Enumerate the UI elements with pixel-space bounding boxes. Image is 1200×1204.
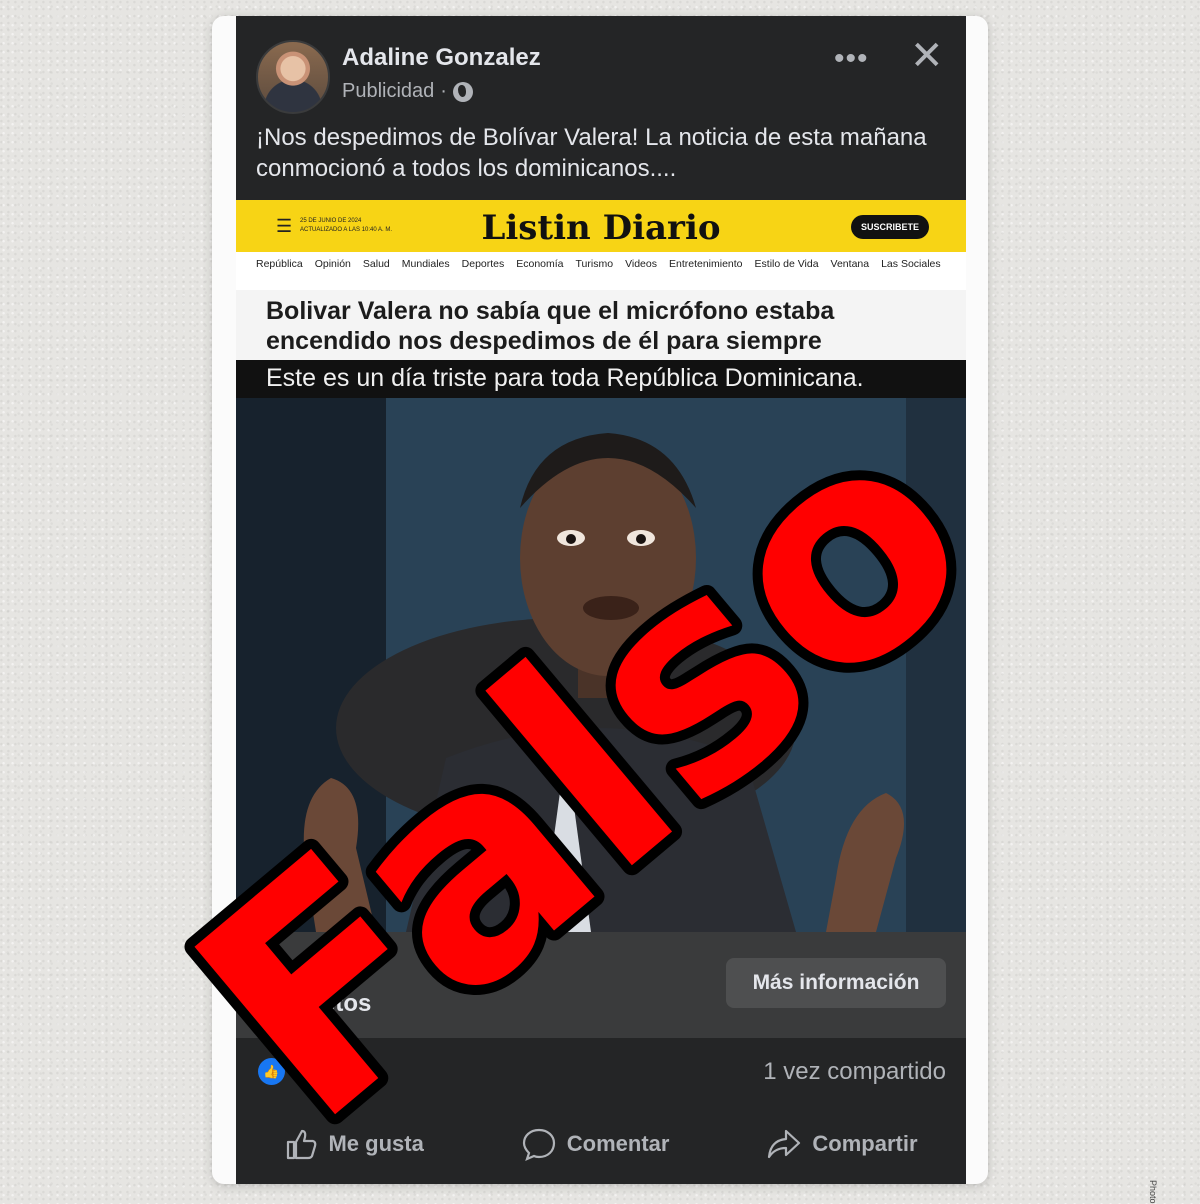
man-portrait-illustration bbox=[236, 398, 966, 932]
article-headline: Bolivar Valera no sabía que el micrófono… bbox=[266, 297, 835, 355]
post-meta: Publicidad · bbox=[342, 80, 473, 103]
action-bar: Me gusta Comentar Compartir bbox=[236, 1104, 966, 1184]
article-subheadline-box: Este es un día triste para toda Repúblic… bbox=[236, 360, 966, 398]
news-date: 25 DE JUNIO DE 2024 ACTUALIZADO A LAS 10… bbox=[300, 217, 420, 235]
article-photo[interactable] bbox=[236, 398, 966, 932]
globe-icon bbox=[452, 81, 473, 102]
link-title: 5 minutos bbox=[258, 990, 372, 1017]
share-count[interactable]: 1 vez compartido bbox=[763, 1058, 946, 1086]
nav-item: Economía bbox=[516, 258, 564, 270]
news-header: ☰ 25 DE JUNIO DE 2024 ACTUALIZADO A LAS … bbox=[236, 200, 966, 290]
link-preview-bar[interactable]: listindiar 5 minutos Más información bbox=[236, 932, 966, 1038]
nav-item: Las Sociales bbox=[881, 258, 941, 270]
news-updated-line: ACTUALIZADO A LAS 10:40 A. M. bbox=[300, 227, 393, 233]
nav-item: Opinión bbox=[314, 258, 351, 270]
like-count[interactable]: 14 bbox=[292, 1058, 319, 1086]
author-name[interactable]: Adaline Gonzalez bbox=[342, 44, 541, 72]
nav-item: Deportes bbox=[461, 258, 505, 270]
meta-separator: · bbox=[440, 80, 447, 102]
edge-credit-text: Photo bbox=[1148, 1180, 1158, 1204]
avatar[interactable] bbox=[256, 40, 330, 114]
news-date-line: 25 DE JUNIO DE 2024 bbox=[300, 218, 362, 224]
nav-item: Ventana bbox=[830, 258, 870, 270]
nav-item: Estilo de Vida bbox=[754, 258, 819, 270]
news-nav: República Opinión Salud Mundiales Deport… bbox=[256, 258, 941, 270]
like-reaction-icon[interactable]: 👍 bbox=[258, 1058, 285, 1085]
post-caption: ¡Nos despedimos de Bolívar Valera! La no… bbox=[256, 124, 927, 182]
nav-item: Salud bbox=[362, 258, 390, 270]
link-domain: listindiar bbox=[258, 956, 336, 979]
like-button[interactable]: Me gusta bbox=[284, 1127, 424, 1161]
nav-item: Entretenimiento bbox=[668, 258, 743, 270]
comment-label: Comentar bbox=[566, 1131, 670, 1156]
share-button[interactable]: Compartir bbox=[766, 1127, 918, 1161]
sponsored-label: Publicidad bbox=[342, 80, 435, 102]
nav-item: Mundiales bbox=[401, 258, 450, 270]
share-arrow-icon bbox=[768, 1129, 801, 1159]
nav-item: Videos bbox=[625, 258, 657, 270]
comment-button[interactable]: Comentar bbox=[521, 1127, 670, 1161]
share-label: Compartir bbox=[812, 1131, 918, 1156]
like-label: Me gusta bbox=[328, 1131, 424, 1156]
more-icon[interactable]: ••• bbox=[834, 42, 869, 76]
news-logo: Listin Diario bbox=[481, 208, 721, 248]
post-stats: 👍 14 1 vez compartido bbox=[236, 1038, 966, 1104]
thumbs-up-icon bbox=[287, 1129, 317, 1160]
news-topbar: ☰ 25 DE JUNIO DE 2024 ACTUALIZADO A LAS … bbox=[236, 200, 966, 252]
article-subheadline: Este es un día triste para toda Repúblic… bbox=[266, 364, 864, 392]
nav-item: República bbox=[256, 258, 303, 270]
more-info-button[interactable]: Más información bbox=[726, 958, 946, 1008]
facebook-post: Adaline Gonzalez Publicidad · ••• ✕ ¡Nos… bbox=[236, 16, 966, 1184]
nav-item: Turismo bbox=[575, 258, 614, 270]
comment-bubble-icon bbox=[522, 1128, 555, 1161]
subscribe-badge: SUSCRIBETE bbox=[851, 215, 929, 239]
menu-icon: ☰ bbox=[276, 216, 293, 236]
article-headline-box: Bolivar Valera no sabía que el micrófono… bbox=[236, 290, 966, 360]
close-icon[interactable]: ✕ bbox=[910, 36, 944, 76]
